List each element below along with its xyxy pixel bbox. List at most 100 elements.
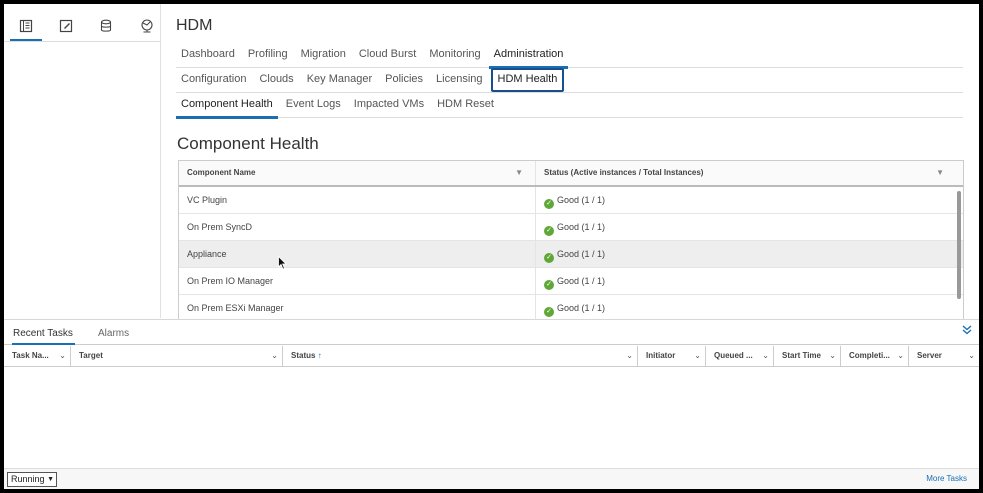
column-header-task-name[interactable]: Task Na... ⌄ bbox=[4, 346, 71, 366]
component-health-grid: Component Name ▼ Status (Active instance… bbox=[178, 160, 964, 320]
sort-ascending-icon: ↑ bbox=[317, 351, 322, 360]
tab-cloud-burst[interactable]: Cloud Burst bbox=[354, 43, 421, 68]
chevron-down-icon[interactable]: ⌄ bbox=[271, 346, 278, 366]
column-header-label: Queued ... bbox=[714, 351, 753, 360]
status-text: Good (1 / 1) bbox=[557, 249, 606, 259]
vms-icon[interactable] bbox=[54, 16, 78, 36]
tab-dashboard[interactable]: Dashboard bbox=[176, 43, 240, 68]
component-name-cell: On Prem ESXi Manager bbox=[179, 295, 536, 320]
status-cell: ✓ Good (1 / 1) bbox=[536, 214, 956, 240]
grid-header: Component Name ▼ Status (Active instance… bbox=[179, 161, 963, 187]
chevron-down-icon[interactable]: ⌄ bbox=[829, 346, 836, 366]
status-cell: ✓ Good (1 / 1) bbox=[536, 187, 956, 213]
status-text: Good (1 / 1) bbox=[557, 303, 606, 313]
tab-policies[interactable]: Policies bbox=[380, 68, 428, 93]
tab-licensing[interactable]: Licensing bbox=[431, 68, 487, 93]
filter-icon[interactable]: ▼ bbox=[515, 161, 523, 185]
chevron-down-icon[interactable]: ⌄ bbox=[897, 346, 904, 366]
status-text: Good (1 / 1) bbox=[557, 276, 606, 286]
status-text: Good (1 / 1) bbox=[557, 222, 606, 232]
tab-monitoring[interactable]: Monitoring bbox=[424, 43, 485, 68]
section-title: Component Health bbox=[177, 134, 319, 153]
column-header-label: Completi... bbox=[849, 351, 890, 360]
column-header-status[interactable]: Status ↑ ⌄ bbox=[283, 346, 638, 366]
column-header-label: Status (Active instances / Total Instanc… bbox=[544, 168, 704, 177]
component-name-cell: VC Plugin bbox=[179, 187, 536, 213]
table-row[interactable]: On Prem SyncD ✓ Good (1 / 1) bbox=[179, 214, 963, 241]
tasks-table-header: Task Na... ⌄ Target ⌄ Status ↑ ⌄ Initiator ⌄… bbox=[4, 346, 979, 367]
secondary-tabs: Configuration Clouds Key Manager Policie… bbox=[176, 68, 963, 93]
table-row[interactable]: On Prem ESXi Manager ✓ Good (1 / 1) bbox=[179, 295, 963, 320]
chevron-down-icon[interactable]: ⌄ bbox=[762, 346, 769, 366]
recent-tasks-panel: Recent Tasks Alarms Task Na... ⌄ Target ⌄ … bbox=[4, 319, 979, 489]
storage-icon[interactable] bbox=[94, 16, 118, 36]
navigator-tabs bbox=[4, 4, 161, 42]
check-circle-icon: ✓ bbox=[544, 226, 554, 236]
tab-recent-tasks[interactable]: Recent Tasks bbox=[12, 328, 75, 345]
tab-component-health[interactable]: Component Health bbox=[176, 93, 278, 119]
chevron-down-icon[interactable]: ⌄ bbox=[968, 346, 975, 366]
column-header-label: Server bbox=[917, 351, 942, 360]
tab-hdm-reset[interactable]: HDM Reset bbox=[432, 93, 499, 118]
network-icon[interactable] bbox=[135, 16, 159, 36]
tab-clouds[interactable]: Clouds bbox=[254, 68, 298, 93]
column-header-component-name[interactable]: Component Name ▼ bbox=[179, 161, 536, 185]
tab-hdm-health[interactable]: HDM Health bbox=[490, 68, 565, 92]
table-row[interactable]: VC Plugin ✓ Good (1 / 1) bbox=[179, 187, 963, 214]
chevron-down-icon[interactable]: ⌄ bbox=[626, 346, 633, 366]
select-value: Running bbox=[11, 474, 45, 484]
column-header-label: Task Na... bbox=[12, 351, 49, 360]
more-tasks-link[interactable]: More Tasks bbox=[926, 474, 967, 483]
collapse-icon[interactable] bbox=[962, 325, 972, 338]
column-header-label: Initiator bbox=[646, 351, 676, 360]
tab-migration[interactable]: Migration bbox=[296, 43, 351, 68]
chevron-down-icon[interactable]: ⌄ bbox=[694, 346, 701, 366]
status-cell: ✓ Good (1 / 1) bbox=[536, 295, 956, 320]
component-name-cell: On Prem SyncD bbox=[179, 214, 536, 240]
column-header-queued[interactable]: Queued ... ⌄ bbox=[706, 346, 774, 366]
status-cell: ✓ Good (1 / 1) bbox=[536, 241, 956, 267]
mouse-pointer-icon bbox=[278, 256, 287, 270]
hosts-icon[interactable] bbox=[10, 16, 42, 41]
main-content: HDM Dashboard Profiling Migration Cloud … bbox=[162, 4, 979, 320]
tasks-tabbar: Recent Tasks Alarms bbox=[4, 320, 979, 345]
filter-icon[interactable]: ▼ bbox=[936, 161, 944, 185]
column-header-status[interactable]: Status (Active instances / Total Instanc… bbox=[536, 161, 956, 185]
check-circle-icon: ✓ bbox=[544, 199, 554, 209]
app-window: HDM Dashboard Profiling Migration Cloud … bbox=[4, 4, 979, 489]
column-header-label: Component Name bbox=[187, 168, 256, 177]
component-name-cell: On Prem IO Manager bbox=[179, 268, 536, 294]
chevron-down-icon[interactable]: ⌄ bbox=[59, 346, 66, 366]
primary-tabs: Dashboard Profiling Migration Cloud Burs… bbox=[176, 43, 963, 69]
grid-scrollbar[interactable] bbox=[957, 191, 961, 299]
navigator-panel bbox=[4, 4, 161, 318]
tab-key-manager[interactable]: Key Manager bbox=[302, 68, 377, 93]
check-circle-icon: ✓ bbox=[544, 307, 554, 317]
status-cell: ✓ Good (1 / 1) bbox=[536, 268, 956, 294]
column-header-label: Target bbox=[79, 351, 103, 360]
component-name-cell: Appliance bbox=[179, 241, 536, 267]
tab-alarms[interactable]: Alarms bbox=[98, 328, 129, 339]
tab-profiling[interactable]: Profiling bbox=[243, 43, 293, 68]
check-circle-icon: ✓ bbox=[544, 253, 554, 263]
tertiary-tabs: Component Health Event Logs Impacted VMs… bbox=[176, 93, 963, 119]
page-title: HDM bbox=[176, 17, 213, 34]
tab-impacted-vms[interactable]: Impacted VMs bbox=[349, 93, 429, 118]
chevron-down-icon: ▼ bbox=[47, 476, 54, 483]
column-header-start-time[interactable]: Start Time ⌄ bbox=[774, 346, 841, 366]
tab-configuration[interactable]: Configuration bbox=[176, 68, 251, 93]
column-header-label: Start Time bbox=[782, 351, 821, 360]
tasks-footer: Running ▼ More Tasks bbox=[4, 468, 979, 489]
table-row[interactable]: On Prem IO Manager ✓ Good (1 / 1) bbox=[179, 268, 963, 295]
column-header-target[interactable]: Target ⌄ bbox=[71, 346, 283, 366]
table-row[interactable]: Appliance ✓ Good (1 / 1) bbox=[179, 241, 963, 268]
column-header-server[interactable]: Server ⌄ bbox=[909, 346, 979, 366]
check-circle-icon: ✓ bbox=[544, 280, 554, 290]
task-filter-select[interactable]: Running ▼ bbox=[7, 472, 57, 487]
tab-administration[interactable]: Administration bbox=[488, 43, 569, 69]
column-header-label: Status bbox=[291, 351, 316, 360]
column-header-completion[interactable]: Completi... ⌄ bbox=[841, 346, 909, 366]
tab-event-logs[interactable]: Event Logs bbox=[281, 93, 346, 118]
status-text: Good (1 / 1) bbox=[557, 195, 606, 205]
column-header-initiator[interactable]: Initiator ⌄ bbox=[638, 346, 706, 366]
